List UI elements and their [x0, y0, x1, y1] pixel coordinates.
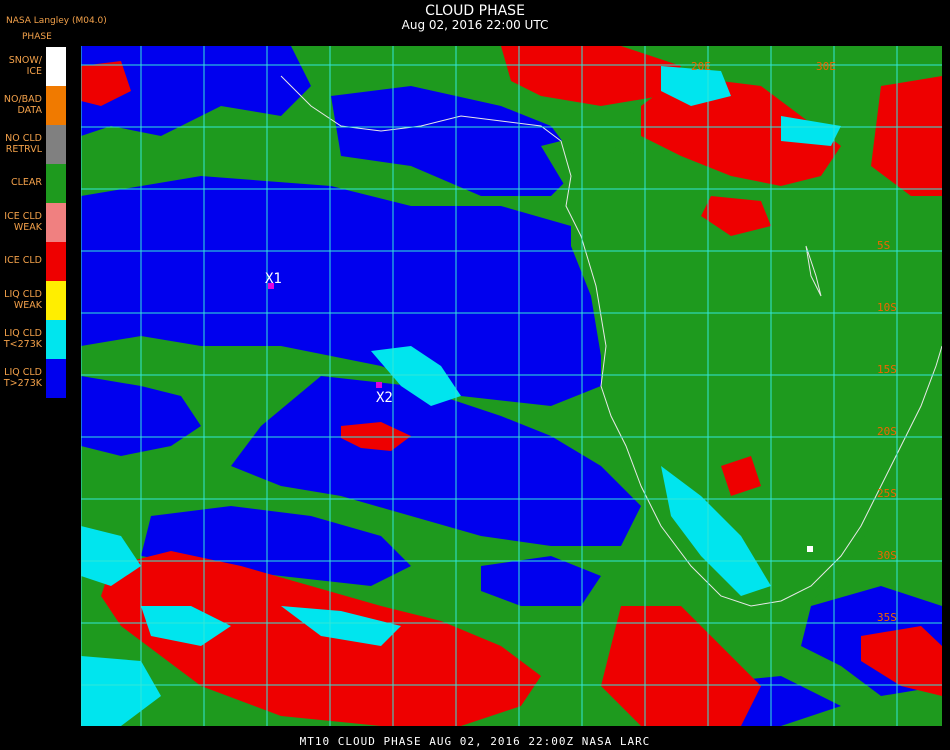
marker-x2-dot [376, 382, 382, 388]
longitude-label: 30E [816, 60, 836, 73]
legend-label: LIQ CLD WEAK [4, 289, 42, 311]
map-title: CLOUD PHASE [425, 3, 525, 19]
latitude-label: 30S [877, 549, 897, 562]
latitude-label: 20S [877, 425, 897, 438]
legend-label: NO CLD RETRVL [5, 133, 42, 155]
latitude-label: 15S [877, 363, 897, 376]
snow-ice-speck [807, 546, 813, 552]
legend-swatch [46, 359, 66, 398]
marker-x1-label: X1 [265, 271, 282, 287]
legend-item: SNOW/ ICE [0, 47, 66, 86]
legend-swatch [46, 164, 66, 203]
legend-label: CLEAR [10, 177, 42, 188]
legend-swatch [46, 242, 66, 281]
legend-swatch [46, 281, 66, 320]
legend-item: LIQ CLD T<273K [0, 320, 66, 359]
legend-item: CLEAR [0, 164, 66, 203]
cloud-phase-map: 5S 10S 15S 20S 25S 30S 35S 20E 30E X1 X2 [81, 46, 942, 726]
legend-item: LIQ CLD T>273K [0, 359, 66, 398]
legend-swatch [46, 47, 66, 86]
legend-label: SNOW/ ICE [8, 55, 42, 77]
latitude-label: 10S [877, 301, 897, 314]
legend-swatch [46, 320, 66, 359]
legend-swatch [46, 125, 66, 164]
map-datetime: Aug 02, 2016 22:00 UTC [401, 18, 549, 32]
legend-label: LIQ CLD T>273K [3, 367, 42, 389]
longitude-label: 20E [691, 60, 711, 73]
legend-item: ICE CLD WEAK [0, 203, 66, 242]
legend-swatch [46, 203, 66, 242]
legend-item: LIQ CLD WEAK [0, 281, 66, 320]
legend-swatch [46, 86, 66, 125]
legend-item: ICE CLD [0, 242, 66, 281]
legend-label: NO/BAD DATA [3, 94, 42, 116]
legend-label: LIQ CLD T<273K [3, 328, 42, 350]
legend-label: ICE CLD WEAK [4, 211, 42, 233]
latitude-label: 5S [877, 239, 890, 252]
latitude-label: 25S [877, 487, 897, 500]
legend-item: NO CLD RETRVL [0, 125, 66, 164]
agency-label: NASA Langley (M04.0) [6, 16, 107, 26]
latitude-label: 35S [877, 611, 897, 624]
legend-label: ICE CLD [4, 255, 42, 266]
marker-x2-label: X2 [376, 390, 393, 406]
footer-caption: MT10 CLOUD PHASE AUG 02, 2016 22:00Z NAS… [299, 735, 651, 748]
legend-title: PHASE [22, 32, 52, 42]
legend-item: NO/BAD DATA [0, 86, 66, 125]
